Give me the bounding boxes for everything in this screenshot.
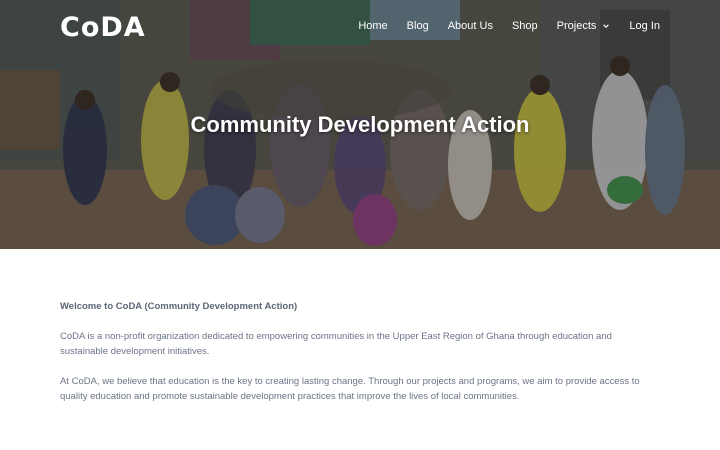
- main-content: Welcome to CoDA (Community Development A…: [60, 299, 660, 419]
- nav-blog-link[interactable]: Blog: [407, 20, 429, 32]
- main-menu: Home Blog About Us Shop Projects Log In: [339, 20, 660, 32]
- site-logo[interactable]: CoDA: [60, 12, 146, 43]
- about-paragraph-1: CoDA is a non-profit organization dedica…: [60, 331, 612, 357]
- nav-login-link[interactable]: Log In: [629, 20, 660, 32]
- hero-title: Community Development Action: [190, 112, 530, 137]
- welcome-heading: Welcome to CoDA (Community Development A…: [60, 301, 298, 312]
- top-navigation: CoDA Home Blog About Us Shop Projects Lo…: [0, 0, 720, 56]
- nav-projects-label: Projects: [556, 20, 597, 32]
- nav-about-link[interactable]: About Us: [448, 20, 493, 32]
- nav-home-link[interactable]: Home: [358, 20, 387, 32]
- nav-projects-dropdown[interactable]: Projects: [557, 20, 611, 32]
- about-paragraph-2: At CoDA, we believe that education is th…: [60, 376, 640, 402]
- chevron-down-icon: [603, 24, 610, 28]
- hero-banner: CoDA Home Blog About Us Shop Projects Lo…: [0, 0, 720, 249]
- nav-shop-link[interactable]: Shop: [512, 20, 538, 32]
